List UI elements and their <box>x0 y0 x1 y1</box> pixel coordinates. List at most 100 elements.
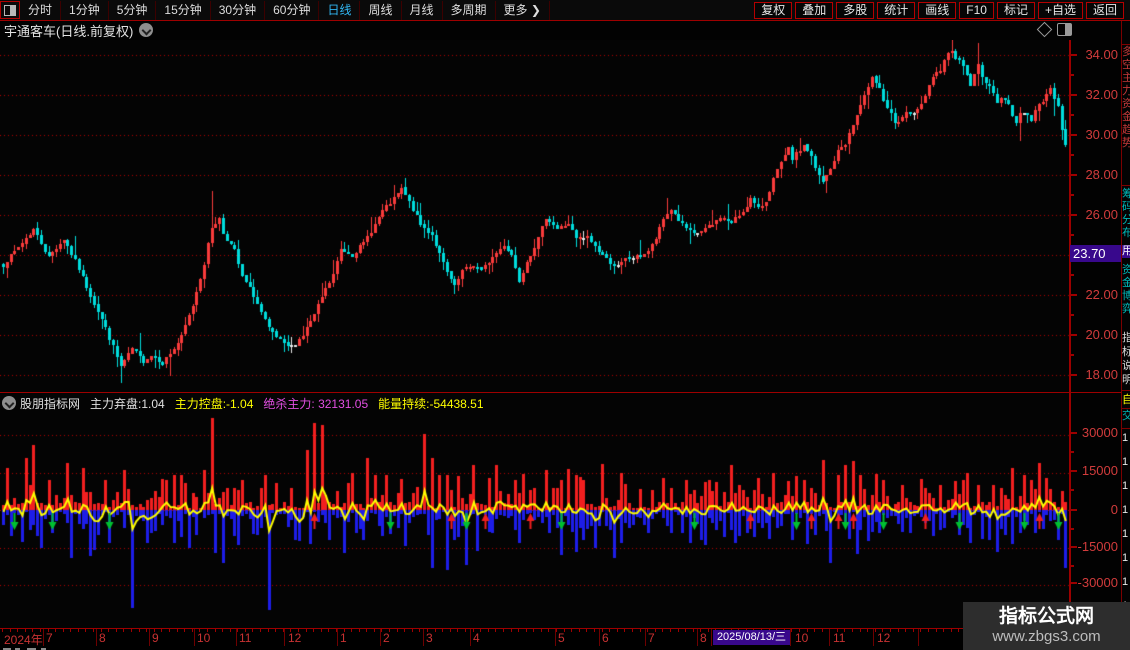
indicator-source: 股朋指标网 <box>20 396 81 411</box>
toolbar-button-返回[interactable]: 返回 <box>1085 1 1124 19</box>
month-boundary <box>380 629 381 646</box>
axis-tick <box>1071 54 1077 56</box>
date-tick <box>450 629 451 632</box>
date-tick <box>480 629 481 632</box>
indicator-field-2: 绝杀主力: 32131.05 <box>263 396 369 411</box>
period-tab-1分钟[interactable]: 1分钟 <box>61 0 109 20</box>
candlestick-chart[interactable] <box>0 40 1070 392</box>
chevron-down-icon[interactable] <box>139 23 154 37</box>
axis-divider <box>0 628 1130 629</box>
period-tab-30分钟[interactable]: 30分钟 <box>211 0 266 20</box>
month-boundary <box>43 629 44 646</box>
toolbar-button-F10[interactable]: F10 <box>959 1 994 19</box>
date-label: 4 <box>473 631 480 645</box>
period-tab-5分钟[interactable]: 5分钟 <box>109 0 157 20</box>
date-tick <box>78 629 79 632</box>
toolbar-button-复权[interactable]: 复权 <box>754 1 793 19</box>
axis-label: 28.00 <box>1085 167 1118 182</box>
date-tick <box>268 629 269 632</box>
date-tick <box>192 629 193 632</box>
date-tick <box>442 629 443 632</box>
strip-divider <box>1122 44 1130 45</box>
period-tab-周线[interactable]: 周线 <box>360 0 402 20</box>
axis-tick <box>1071 565 1074 567</box>
right-sidebar-strip[interactable]: 多空主力资金趋势筹码分布用资金博弈指标说明自交111111111 <box>1121 20 1130 650</box>
axis-tick <box>1071 114 1074 116</box>
date-tick <box>108 629 109 632</box>
date-tick <box>306 629 307 632</box>
date-tick <box>184 629 185 632</box>
date-label: 8 <box>99 631 106 645</box>
date-label: 6 <box>602 631 609 645</box>
date-tick <box>131 629 132 632</box>
axis-tick <box>1071 528 1074 530</box>
layout-toggle-button[interactable] <box>0 1 20 19</box>
date-tick <box>905 629 906 632</box>
toolbar-button-叠加[interactable]: 叠加 <box>795 1 834 19</box>
month-boundary <box>599 629 600 646</box>
date-tick <box>526 629 527 632</box>
date-tick <box>503 629 504 632</box>
sidebar-tab-fragment: 主 <box>1122 72 1130 85</box>
month-boundary <box>96 629 97 646</box>
indicator-chart[interactable] <box>0 393 1070 628</box>
date-tick <box>579 629 580 632</box>
date-tick <box>708 629 709 632</box>
sidebar-tab-fragment: 1 <box>1122 480 1129 492</box>
period-tab-更多[interactable]: 更多 ❯ <box>496 0 550 20</box>
toolbar-button-标记[interactable]: 标记 <box>996 1 1035 19</box>
period-tab-分时[interactable]: 分时 <box>20 0 62 20</box>
date-tick <box>594 629 595 632</box>
sidebar-tab-fragment: 标 <box>1122 346 1130 359</box>
period-tab-60分钟[interactable]: 60分钟 <box>265 0 320 20</box>
month-boundary <box>470 629 471 646</box>
period-tab-15分钟[interactable]: 15分钟 <box>156 0 211 20</box>
date-tick <box>958 629 959 632</box>
axis-label: 18.00 <box>1085 367 1118 382</box>
date-label: 2024年 <box>4 633 43 647</box>
toolbar-button-多股[interactable]: 多股 <box>836 1 875 19</box>
date-tick <box>511 629 512 632</box>
sidebar-tab-fragment: 明 <box>1122 374 1130 387</box>
action-buttons: 复权 叠加 多股 统计 画线 F10 标记 +自选 返回 <box>751 1 1130 19</box>
toolbar-button-自选[interactable]: +自选 <box>1037 1 1083 19</box>
sidebar-tab-fragment: 金 <box>1122 277 1130 290</box>
sidebar-tab-fragment: 多 <box>1122 46 1130 59</box>
panel-toggle-icon[interactable] <box>1057 23 1072 36</box>
sidebar-tab-fragment: 1 <box>1122 552 1129 564</box>
date-tick <box>85 629 86 632</box>
date-tick <box>670 629 671 632</box>
date-tick <box>313 629 314 632</box>
date-tick <box>70 629 71 632</box>
axis-tick <box>1071 374 1077 376</box>
sidebar-tab-fragment: 空 <box>1122 59 1130 72</box>
axis-label: 20.00 <box>1085 327 1118 342</box>
date-tick <box>860 629 861 632</box>
date-tick <box>169 629 170 632</box>
period-tab-日线[interactable]: 日线 <box>319 0 361 20</box>
toolbar-button-画线[interactable]: 画线 <box>918 1 957 19</box>
date-tick <box>852 629 853 632</box>
sidebar-tab-fragment: 1 <box>1122 528 1129 540</box>
date-tick <box>252 629 253 632</box>
date-tick <box>693 629 694 632</box>
month-boundary <box>236 629 237 646</box>
sidebar-tab-fragment: 1 <box>1122 456 1129 468</box>
date-tick <box>685 629 686 632</box>
month-boundary <box>873 629 874 646</box>
period-tab-月线[interactable]: 月线 <box>402 0 443 20</box>
date-tick <box>123 629 124 632</box>
watermark-title: 指标公式网 <box>998 606 1094 627</box>
diamond-icon[interactable] <box>1036 21 1053 38</box>
toolbar-button-统计[interactable]: 统计 <box>877 1 916 19</box>
axis-tick <box>1071 354 1074 356</box>
date-tick <box>381 629 382 632</box>
axis-label: -15000 <box>1077 539 1118 554</box>
sidebar-tab-fragment: 金 <box>1122 111 1130 124</box>
collapse-indicator-icon[interactable] <box>2 396 16 410</box>
axis-label: 26.00 <box>1085 207 1118 222</box>
date-tick <box>237 629 238 632</box>
period-tabs: 分时 1分钟 5分钟 15分钟 30分钟 60分钟 日线 周线 月线 多周期 更多 ❯ <box>0 0 550 20</box>
period-tab-多周期[interactable]: 多周期 <box>443 0 496 20</box>
date-tick <box>556 629 557 632</box>
